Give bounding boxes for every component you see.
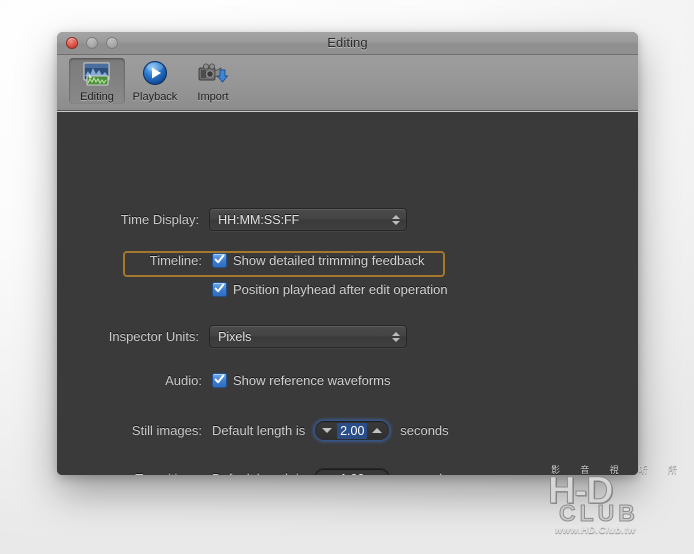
window-titlebar[interactable]: Editing bbox=[57, 32, 638, 55]
inspector-units-label: Inspector Units: bbox=[108, 329, 200, 344]
checkbox-position-playhead-label: Position playhead after edit operation bbox=[233, 282, 448, 297]
popup-arrows-icon bbox=[392, 214, 400, 225]
row-inspector-units: Inspector Units: Pixels bbox=[57, 325, 407, 348]
transitions-suffix: seconds bbox=[400, 471, 448, 475]
checkbox-show-reference-waveforms[interactable]: Show reference waveforms bbox=[212, 373, 391, 388]
preferences-window: Editing Editing Playback Import Time Dis… bbox=[57, 32, 638, 475]
import-camera-icon bbox=[197, 60, 229, 90]
checkmark-icon bbox=[212, 373, 227, 388]
transitions-stepper[interactable]: 1.00 bbox=[314, 468, 391, 476]
timeline-label: Timeline: bbox=[149, 253, 202, 268]
checkbox-show-trimming-feedback-label: Show detailed trimming feedback bbox=[233, 253, 425, 268]
watermark-cjk-5: 所 bbox=[667, 465, 677, 475]
still-images-stepper[interactable]: 2.00 bbox=[314, 420, 391, 441]
toolbar-item-import[interactable]: Import bbox=[185, 58, 241, 104]
checkmark-icon bbox=[212, 253, 227, 268]
row-audio: Audio: Show reference waveforms bbox=[57, 373, 457, 388]
row-timeline-secondary: Position playhead after edit operation bbox=[212, 282, 612, 297]
editing-clip-icon bbox=[81, 60, 113, 90]
preferences-toolbar: Editing Playback Import bbox=[57, 55, 638, 111]
playback-play-icon bbox=[139, 60, 171, 90]
transitions-label: Transitions: bbox=[57, 471, 202, 475]
time-display-label: Time Display: bbox=[120, 212, 200, 227]
inspector-units-popup[interactable]: Pixels bbox=[209, 325, 407, 348]
popup-arrows-icon bbox=[392, 331, 400, 342]
row-transitions: Transitions: Default length is 1.00 seco… bbox=[57, 468, 487, 475]
checkmark-icon bbox=[212, 282, 227, 297]
toolbar-item-editing-label: Editing bbox=[80, 91, 114, 103]
row-still-images: Still images: Default length is 2.00 sec… bbox=[57, 420, 487, 441]
checkbox-show-reference-waveforms-label: Show reference waveforms bbox=[233, 373, 391, 388]
still-images-value[interactable]: 2.00 bbox=[337, 422, 368, 439]
row-timeline: Timeline: Show detailed trimming feedbac… bbox=[57, 253, 457, 268]
desktop-background: Editing Editing Playback Import Time Dis… bbox=[0, 0, 694, 554]
toolbar-item-editing[interactable]: Editing bbox=[69, 58, 125, 104]
toolbar-item-playback[interactable]: Playback bbox=[127, 58, 183, 104]
still-images-suffix: seconds bbox=[400, 423, 449, 438]
stepper-decrement-icon[interactable] bbox=[322, 428, 333, 433]
audio-label: Audio: bbox=[165, 373, 202, 388]
watermark-brand: H-D bbox=[548, 470, 615, 512]
transitions-prefix: Default length is bbox=[212, 471, 305, 475]
checkbox-position-playhead[interactable]: Position playhead after edit operation bbox=[212, 282, 448, 297]
transitions-value[interactable]: 1.00 bbox=[337, 471, 367, 476]
row-time-display: Time Display: HH:MM:SS:FF bbox=[57, 208, 407, 231]
inspector-units-value: Pixels bbox=[218, 329, 252, 344]
watermark-url: www.HD.Club.tw bbox=[555, 525, 636, 536]
still-images-label: Still images: bbox=[131, 423, 202, 438]
window-title: Editing bbox=[327, 35, 368, 50]
still-images-prefix: Default length is bbox=[212, 423, 306, 438]
toolbar-item-playback-label: Playback bbox=[132, 91, 178, 103]
checkbox-show-trimming-feedback[interactable]: Show detailed trimming feedback bbox=[212, 253, 425, 268]
watermark-cjk-4: 听 bbox=[638, 465, 648, 475]
time-display-popup[interactable]: HH:MM:SS:FF bbox=[209, 208, 407, 231]
toolbar-item-import-label: Import bbox=[197, 91, 229, 103]
watermark-sub: CLUB bbox=[559, 500, 639, 526]
time-display-value: HH:MM:SS:FF bbox=[218, 212, 300, 227]
stepper-increment-icon[interactable] bbox=[372, 428, 383, 433]
preferences-content: Time Display: HH:MM:SS:FF Timeline: Show… bbox=[57, 111, 638, 475]
